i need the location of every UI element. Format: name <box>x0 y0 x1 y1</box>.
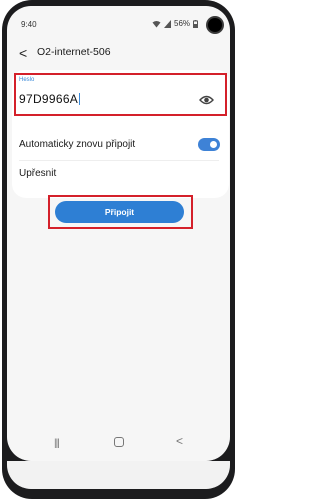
page-title: O2-internet-506 <box>37 46 111 58</box>
recent-apps-icon[interactable]: ||| <box>54 438 60 449</box>
navigation-bar <box>7 461 230 489</box>
password-input[interactable]: 97D9966A <box>19 92 81 106</box>
toggle-knob <box>208 139 219 150</box>
password-value: 97D9966A <box>19 92 79 106</box>
settings-card <box>12 120 229 198</box>
auto-reconnect-toggle[interactable] <box>198 138 220 151</box>
text-cursor <box>79 93 81 105</box>
divider <box>19 160 219 161</box>
password-label: Heslo <box>19 77 35 83</box>
battery-percent: 56% <box>174 19 191 28</box>
nav-back-icon[interactable]: < <box>176 434 183 448</box>
battery-icon <box>193 19 199 28</box>
advanced-option[interactable]: Upřesnit <box>19 168 56 179</box>
eye-icon[interactable] <box>199 94 214 106</box>
front-camera <box>208 18 222 32</box>
status-bar: 9:40 56% <box>7 6 230 40</box>
status-icons: 56% <box>152 19 199 28</box>
page-header: < O2-internet-506 <box>7 43 230 65</box>
back-icon[interactable]: < <box>19 44 27 62</box>
status-time: 9:40 <box>21 20 37 29</box>
signal-icon <box>164 19 171 28</box>
connect-button[interactable]: Připojit <box>55 201 184 223</box>
auto-reconnect-label: Automaticky znovu připojit <box>19 139 136 150</box>
wifi-icon <box>152 20 161 27</box>
home-icon[interactable] <box>114 437 124 447</box>
